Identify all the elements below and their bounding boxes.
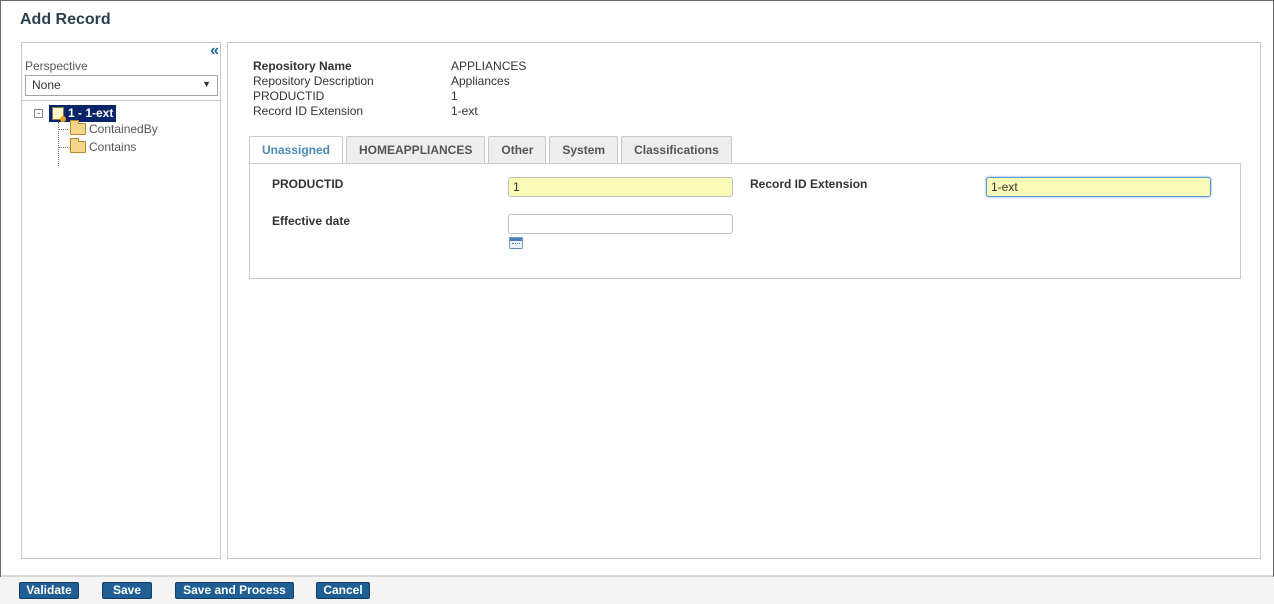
info-label: Record ID Extension: [253, 104, 364, 118]
tab-content: PRODUCTID Record ID Extension Effective …: [249, 163, 1241, 279]
save-and-process-button[interactable]: Save and Process: [175, 582, 294, 599]
tree-node-contains[interactable]: Contains: [58, 138, 137, 155]
info-value: Appliances: [451, 74, 510, 88]
info-value: 1: [451, 89, 458, 103]
productid-label: PRODUCTID: [272, 177, 344, 191]
record-document-icon: [52, 106, 66, 122]
perspective-select[interactable]: None ▼: [25, 75, 218, 96]
tree-node-label: Contains: [89, 140, 137, 154]
tree-node-root[interactable]: 1 - 1-ext: [49, 104, 117, 122]
divider: [22, 100, 220, 101]
page-title: Add Record: [20, 11, 111, 28]
calendar-icon[interactable]: [509, 237, 523, 249]
info-label: Repository Name: [253, 59, 352, 73]
tab-unassigned[interactable]: Unassigned: [249, 136, 344, 165]
info-value: 1-ext: [451, 104, 478, 118]
info-label: PRODUCTID: [253, 89, 325, 103]
tab-classifications[interactable]: Classifications: [621, 136, 732, 164]
record-id-extension-label: Record ID Extension: [750, 177, 868, 191]
productid-input[interactable]: [508, 177, 733, 197]
left-panel: « Perspective None ▼ - 1 - 1-ext Contain…: [21, 42, 221, 559]
effective-date-input[interactable]: [508, 214, 733, 234]
tab-other[interactable]: Other: [488, 136, 547, 164]
folder-icon: [70, 138, 86, 153]
info-label: Repository Description: [253, 74, 374, 88]
tab-homeappliances[interactable]: HOMEAPPLIANCES: [346, 136, 486, 164]
effective-date-label: Effective date: [272, 214, 351, 228]
dropdown-arrow-icon: ▼: [202, 79, 211, 89]
tree-connector: [58, 146, 68, 148]
record-id-extension-input[interactable]: [986, 177, 1211, 197]
tab-system[interactable]: System: [549, 136, 619, 164]
tree-connector: [58, 128, 68, 130]
save-button[interactable]: Save: [102, 582, 152, 599]
tree-node-label: ContainedBy: [89, 122, 158, 136]
main-panel: Repository Name APPLIANCES Repository De…: [227, 42, 1261, 559]
folder-icon: [70, 120, 86, 135]
info-value: APPLIANCES: [451, 59, 527, 73]
tab-bar: Unassigned HOMEAPPLIANCES Other System C…: [249, 136, 735, 165]
tree-node-root-label: 1 - 1-ext: [68, 106, 114, 120]
validate-button[interactable]: Validate: [19, 582, 79, 599]
perspective-label: Perspective: [25, 59, 88, 73]
tree-collapse-icon[interactable]: -: [34, 108, 43, 118]
perspective-selected-value: None: [32, 78, 61, 92]
cancel-button[interactable]: Cancel: [316, 582, 370, 599]
footer-bar: Validate Save Save and Process Cancel: [0, 577, 1274, 604]
tree-node-containedby[interactable]: ContainedBy: [58, 120, 158, 137]
collapse-panel-icon[interactable]: «: [210, 43, 219, 59]
